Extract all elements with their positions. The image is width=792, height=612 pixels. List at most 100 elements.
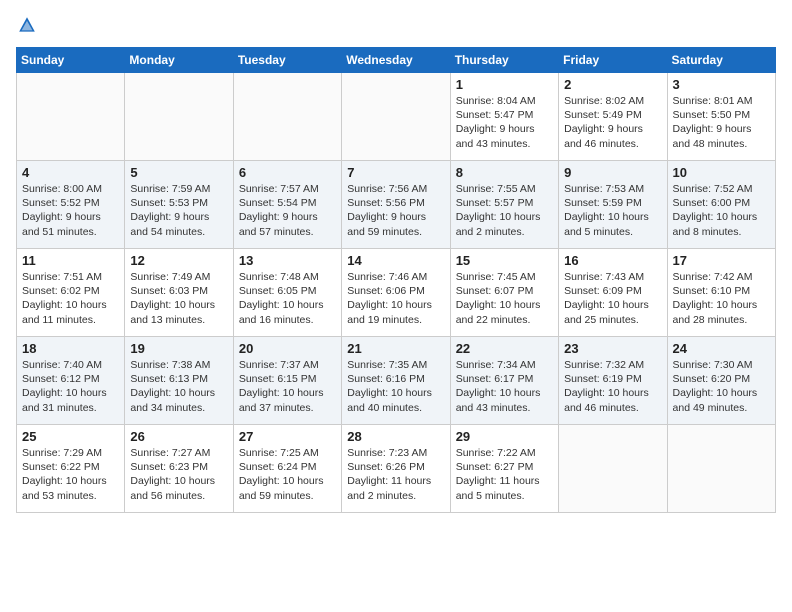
day-info: Sunrise: 7:22 AMSunset: 6:27 PMDaylight:… [456, 446, 553, 503]
calendar-week-row: 4 Sunrise: 8:00 AMSunset: 5:52 PMDaylight… [17, 161, 776, 249]
calendar-cell: 16 Sunrise: 7:43 AMSunset: 6:09 PMDayligh… [559, 249, 667, 337]
calendar-dow-thursday: Thursday [450, 48, 558, 73]
day-number: 19 [130, 341, 227, 356]
day-info: Sunrise: 7:49 AMSunset: 6:03 PMDaylight:… [130, 270, 227, 327]
calendar-cell: 25 Sunrise: 7:29 AMSunset: 6:22 PMDayligh… [17, 425, 125, 513]
day-info: Sunrise: 7:35 AMSunset: 6:16 PMDaylight:… [347, 358, 444, 415]
day-number: 1 [456, 77, 553, 92]
day-info: Sunrise: 7:34 AMSunset: 6:17 PMDaylight:… [456, 358, 553, 415]
day-number: 14 [347, 253, 444, 268]
day-number: 13 [239, 253, 336, 268]
day-number: 10 [673, 165, 770, 180]
calendar-cell: 13 Sunrise: 7:48 AMSunset: 6:05 PMDayligh… [233, 249, 341, 337]
calendar-cell: 20 Sunrise: 7:37 AMSunset: 6:15 PMDayligh… [233, 337, 341, 425]
calendar-cell: 7 Sunrise: 7:56 AMSunset: 5:56 PMDaylight… [342, 161, 450, 249]
calendar-header-row: SundayMondayTuesdayWednesdayThursdayFrid… [17, 48, 776, 73]
day-info: Sunrise: 7:27 AMSunset: 6:23 PMDaylight:… [130, 446, 227, 503]
day-number: 4 [22, 165, 119, 180]
page-header [16, 16, 776, 39]
calendar-cell: 9 Sunrise: 7:53 AMSunset: 5:59 PMDaylight… [559, 161, 667, 249]
day-number: 27 [239, 429, 336, 444]
day-info: Sunrise: 7:23 AMSunset: 6:26 PMDaylight:… [347, 446, 444, 503]
calendar-cell: 8Sunrise: 7:55 AMSunset: 5:57 PMDaylight… [450, 161, 558, 249]
day-info: Sunrise: 7:45 AMSunset: 6:07 PMDaylight:… [456, 270, 553, 327]
calendar-cell [342, 73, 450, 161]
calendar-dow-saturday: Saturday [667, 48, 775, 73]
day-number: 25 [22, 429, 119, 444]
calendar-cell: 18Sunrise: 7:40 AMSunset: 6:12 PMDayligh… [17, 337, 125, 425]
day-number: 17 [673, 253, 770, 268]
day-number: 2 [564, 77, 661, 92]
day-number: 28 [347, 429, 444, 444]
calendar-dow-friday: Friday [559, 48, 667, 73]
day-number: 29 [456, 429, 553, 444]
day-info: Sunrise: 7:59 AMSunset: 5:53 PMDaylight:… [130, 182, 227, 239]
day-number: 3 [673, 77, 770, 92]
calendar-cell [125, 73, 233, 161]
day-info: Sunrise: 8:02 AMSunset: 5:49 PMDaylight:… [564, 94, 661, 151]
day-info: Sunrise: 7:25 AMSunset: 6:24 PMDaylight:… [239, 446, 336, 503]
calendar-week-row: 18Sunrise: 7:40 AMSunset: 6:12 PMDayligh… [17, 337, 776, 425]
day-info: Sunrise: 7:29 AMSunset: 6:22 PMDaylight:… [22, 446, 119, 503]
day-info: Sunrise: 7:30 AMSunset: 6:20 PMDaylight:… [673, 358, 770, 415]
calendar-cell [667, 425, 775, 513]
day-info: Sunrise: 7:53 AMSunset: 5:59 PMDaylight:… [564, 182, 661, 239]
day-number: 20 [239, 341, 336, 356]
day-info: Sunrise: 8:04 AMSunset: 5:47 PMDaylight:… [456, 94, 553, 151]
calendar-cell: 12 Sunrise: 7:49 AMSunset: 6:03 PMDayligh… [125, 249, 233, 337]
calendar-cell: 4 Sunrise: 8:00 AMSunset: 5:52 PMDaylight… [17, 161, 125, 249]
calendar-cell: 14 Sunrise: 7:46 AMSunset: 6:06 PMDayligh… [342, 249, 450, 337]
day-number: 5 [130, 165, 227, 180]
calendar-dow-wednesday: Wednesday [342, 48, 450, 73]
calendar-cell [17, 73, 125, 161]
calendar-cell: 5 Sunrise: 7:59 AMSunset: 5:53 PMDaylight… [125, 161, 233, 249]
day-info: Sunrise: 7:42 AMSunset: 6:10 PMDaylight:… [673, 270, 770, 327]
day-number: 16 [564, 253, 661, 268]
day-number: 21 [347, 341, 444, 356]
calendar-cell: 3 Sunrise: 8:01 AMSunset: 5:50 PMDaylight… [667, 73, 775, 161]
calendar-dow-tuesday: Tuesday [233, 48, 341, 73]
day-info: Sunrise: 8:01 AMSunset: 5:50 PMDaylight:… [673, 94, 770, 151]
calendar-cell: 27 Sunrise: 7:25 AMSunset: 6:24 PMDayligh… [233, 425, 341, 513]
calendar-cell: 11 Sunrise: 7:51 AMSunset: 6:02 PMDayligh… [17, 249, 125, 337]
day-number: 12 [130, 253, 227, 268]
calendar-cell: 6Sunrise: 7:57 AMSunset: 5:54 PMDaylight… [233, 161, 341, 249]
logo-icon [18, 16, 36, 34]
day-info: Sunrise: 7:37 AMSunset: 6:15 PMDaylight:… [239, 358, 336, 415]
calendar-dow-sunday: Sunday [17, 48, 125, 73]
calendar-cell [559, 425, 667, 513]
day-number: 7 [347, 165, 444, 180]
day-number: 8 [456, 165, 553, 180]
day-info: Sunrise: 7:43 AMSunset: 6:09 PMDaylight:… [564, 270, 661, 327]
calendar-cell: 26 Sunrise: 7:27 AMSunset: 6:23 PMDayligh… [125, 425, 233, 513]
calendar-cell: 15 Sunrise: 7:45 AMSunset: 6:07 PMDayligh… [450, 249, 558, 337]
calendar-cell: 17 Sunrise: 7:42 AMSunset: 6:10 PMDayligh… [667, 249, 775, 337]
day-number: 15 [456, 253, 553, 268]
calendar-cell [233, 73, 341, 161]
calendar-cell: 24Sunrise: 7:30 AMSunset: 6:20 PMDayligh… [667, 337, 775, 425]
calendar-cell: 23 Sunrise: 7:32 AMSunset: 6:19 PMDayligh… [559, 337, 667, 425]
calendar-cell: 1 Sunrise: 8:04 AMSunset: 5:47 PMDaylight… [450, 73, 558, 161]
day-info: Sunrise: 7:56 AMSunset: 5:56 PMDaylight:… [347, 182, 444, 239]
day-number: 26 [130, 429, 227, 444]
day-number: 9 [564, 165, 661, 180]
calendar-cell: 28 Sunrise: 7:23 AMSunset: 6:26 PMDayligh… [342, 425, 450, 513]
calendar-cell: 19 Sunrise: 7:38 AMSunset: 6:13 PMDayligh… [125, 337, 233, 425]
day-number: 18 [22, 341, 119, 356]
day-info: Sunrise: 7:46 AMSunset: 6:06 PMDaylight:… [347, 270, 444, 327]
day-info: Sunrise: 7:57 AMSunset: 5:54 PMDaylight:… [239, 182, 336, 239]
calendar-week-row: 25 Sunrise: 7:29 AMSunset: 6:22 PMDayligh… [17, 425, 776, 513]
calendar-week-row: 1 Sunrise: 8:04 AMSunset: 5:47 PMDaylight… [17, 73, 776, 161]
calendar-week-row: 11 Sunrise: 7:51 AMSunset: 6:02 PMDayligh… [17, 249, 776, 337]
day-info: Sunrise: 8:00 AMSunset: 5:52 PMDaylight:… [22, 182, 119, 239]
day-info: Sunrise: 7:48 AMSunset: 6:05 PMDaylight:… [239, 270, 336, 327]
day-number: 11 [22, 253, 119, 268]
calendar-cell: 29 Sunrise: 7:22 AMSunset: 6:27 PMDayligh… [450, 425, 558, 513]
day-info: Sunrise: 7:32 AMSunset: 6:19 PMDaylight:… [564, 358, 661, 415]
calendar-dow-monday: Monday [125, 48, 233, 73]
calendar-cell: 22Sunrise: 7:34 AMSunset: 6:17 PMDayligh… [450, 337, 558, 425]
day-info: Sunrise: 7:51 AMSunset: 6:02 PMDaylight:… [22, 270, 119, 327]
calendar-cell: 10Sunrise: 7:52 AMSunset: 6:00 PMDayligh… [667, 161, 775, 249]
day-info: Sunrise: 7:38 AMSunset: 6:13 PMDaylight:… [130, 358, 227, 415]
day-number: 23 [564, 341, 661, 356]
